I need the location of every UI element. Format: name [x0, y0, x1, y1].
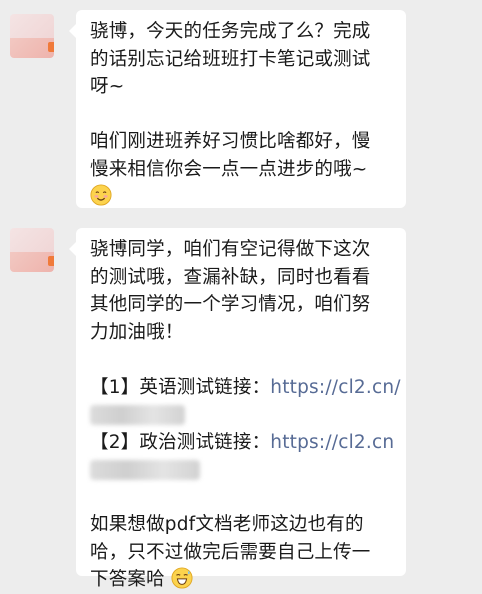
politics-test-label: 【2】政治测试链接：: [90, 431, 271, 453]
english-test-line: 【1】英语测试链接：https://cl2.cn/: [90, 374, 400, 402]
message-text-line: 力加油哦！: [90, 321, 184, 343]
avatar-image-top: [10, 228, 54, 253]
message-text-line: 骁博同学，咱们有空记得做下这次: [90, 239, 371, 260]
message-bubble[interactable]: 骁博同学，咱们有空记得做下这次 的测试哦，查漏补缺，同时也看看 其他同学的一个学…: [69, 228, 406, 590]
message-text-line: 慢来相信你会一点一点进步的哦~: [90, 158, 368, 180]
message-bubble[interactable]: 骁博，今天的任务完成了么？完成 的话别忘记给班班打卡笔记或测试 呀~ 咱们刚进班…: [69, 10, 406, 211]
avatar[interactable]: [10, 228, 54, 272]
chat-window: { "chat": { "messages": [ { "lines": [ "…: [0, 0, 482, 590]
message-text-line: 呀~: [90, 76, 125, 97]
message-emoji-line: [90, 183, 394, 211]
message-text-line: 的话别忘记给班班打卡笔记或测试: [90, 48, 371, 70]
message-text-line: 下答案哈: [90, 566, 394, 594]
english-test-link[interactable]: https://cl2.cn/: [270, 377, 400, 398]
redacted-line: [90, 401, 394, 429]
message-text-line: 的测试哦，查漏补缺，同时也看看: [90, 266, 371, 288]
grin-sweat-emoji-icon: [171, 567, 193, 589]
message-text-line: 咱们刚进班养好习惯比啥都好，慢: [90, 131, 371, 152]
message-text-line: 哈，只不过做完后需要自己上传一: [90, 541, 371, 563]
redacted-url-blur: [90, 405, 185, 425]
avatar[interactable]: [10, 14, 54, 58]
avatar-badge: [48, 42, 54, 52]
message-text-line: 骁博，今天的任务完成了么？完成: [90, 21, 371, 42]
english-test-label: 【1】英语测试链接：: [90, 376, 271, 398]
politics-test-link[interactable]: https://cl2.cn: [270, 432, 394, 453]
politics-test-line: 【2】政治测试链接：https://cl2.cn: [90, 429, 394, 457]
message-text-line: 如果想做pdf文档老师这边也有的: [90, 514, 364, 535]
message-text-line: 其他同学的一个学习情况，咱们努: [90, 294, 371, 315]
message-text-span: 下答案哈: [90, 569, 165, 590]
avatar-badge: [48, 256, 54, 266]
avatar-image-top: [10, 14, 54, 39]
redacted-url-blur: [90, 460, 200, 480]
redacted-line: [90, 456, 394, 484]
smile-emoji-icon: [90, 184, 112, 206]
